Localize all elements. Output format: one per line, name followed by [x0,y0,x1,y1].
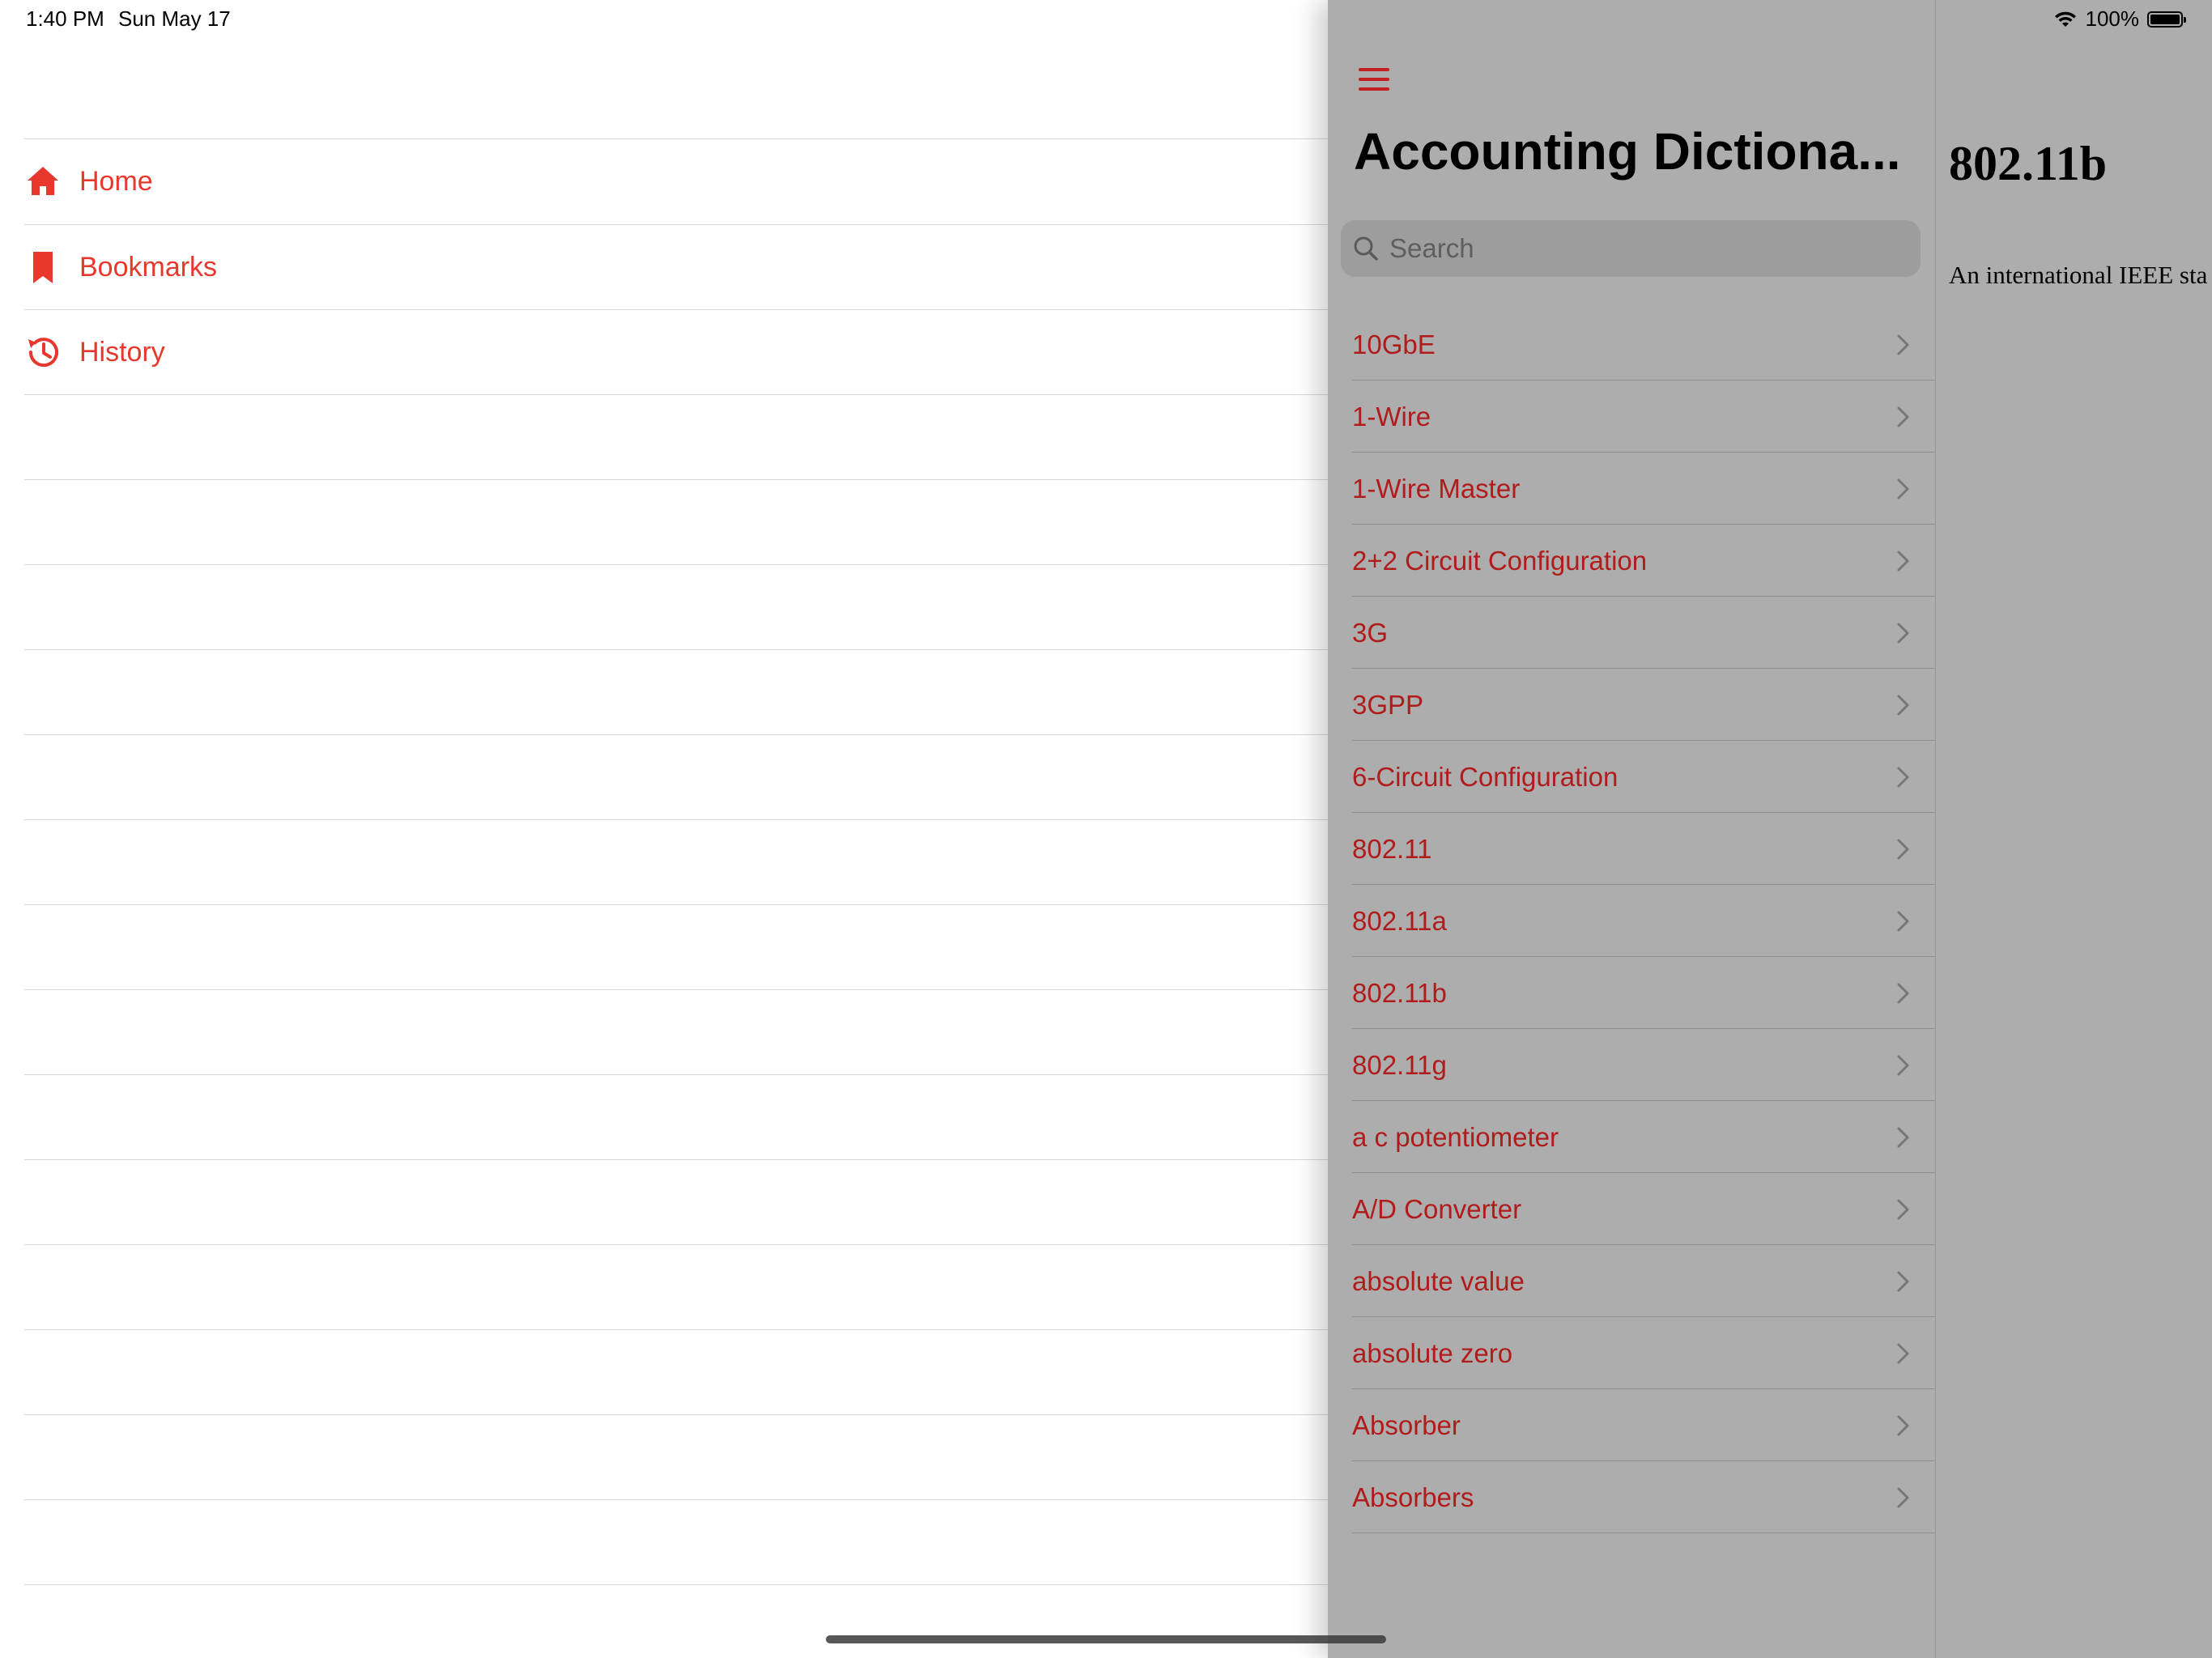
menu-divider [24,479,1328,480]
list-item-label: Absorbers [1352,1482,1474,1512]
menu-item-home[interactable]: Home [24,139,1328,223]
list-item[interactable]: 802.11b [1328,957,1935,1029]
list-item[interactable]: 802.11g [1328,1029,1935,1101]
hamburger-line [1359,87,1389,91]
list-item-label: 802.11b [1352,977,1447,1008]
chevron-right-icon [1897,1055,1909,1075]
list-item-label: 802.11 [1352,833,1432,864]
chevron-right-icon [1897,911,1909,931]
list-item[interactable]: Absorbers [1328,1461,1935,1533]
search-icon [1354,236,1378,261]
list-item[interactable]: 802.11 [1328,813,1935,885]
history-icon [28,338,58,368]
list-item[interactable]: 10GbE [1328,308,1935,380]
menu-item-bookmarks[interactable]: Bookmarks [24,225,1328,309]
menu-item-history[interactable]: History [24,310,1328,394]
menu-divider [24,564,1328,565]
hamburger-line [1359,78,1389,81]
wifi-icon [2054,11,2076,27]
menu-divider [24,1499,1328,1500]
detail-title: 802.11b [1949,137,2108,190]
list-item[interactable]: absolute value [1328,1245,1935,1317]
status-indicators: 100% [2053,6,2186,32]
list-item[interactable]: 1-Wire [1328,380,1935,453]
list-item[interactable]: 2+2 Circuit Configuration [1328,525,1935,597]
list-item-label: 3G [1352,617,1389,648]
menu-divider [24,1329,1328,1330]
list-item-label: A/D Converter [1352,1193,1522,1224]
status-date: Sun May 17 [118,6,231,31]
search-bar[interactable] [1341,220,1921,277]
hamburger-line [1359,68,1389,71]
term-list: 10GbE 1-Wire 1-Wire Master 2+2 Circuit C… [1328,308,1935,1533]
menu-item-label: Bookmarks [79,251,218,283]
list-item[interactable]: 3G [1328,597,1935,669]
list-item-label: absolute value [1352,1265,1525,1296]
list-item[interactable]: 6-Circuit Configuration [1328,741,1935,813]
list-item-label: Absorber [1352,1409,1461,1440]
list-item-label: 10GbE [1352,329,1436,359]
chevron-right-icon [1897,695,1909,715]
list-item-label: 1-Wire [1352,401,1431,432]
list-item[interactable]: A/D Converter [1328,1173,1935,1245]
chevron-right-icon [1897,1487,1909,1507]
menu-divider [24,1074,1328,1075]
bookmark-icon [33,252,53,283]
menu-divider [24,649,1328,650]
list-item[interactable]: 802.11a [1328,885,1935,957]
chevron-right-icon [1897,1415,1909,1435]
menu-divider [24,1414,1328,1415]
menu-divider [24,394,1328,395]
menu-toggle-button[interactable] [1359,68,1389,91]
term-list-pane: Accounting Dictiona... 10GbE 1-Wire 1-Wi… [1328,0,1935,1658]
chevron-right-icon [1897,839,1909,859]
menu-divider [24,1584,1328,1585]
list-item-label: 802.11g [1352,1049,1447,1080]
menu-divider [24,734,1328,735]
detail-body: An international IEEE sta [1949,261,2208,289]
list-item-label: 3GPP [1352,689,1424,720]
list-item[interactable]: a c potentiometer [1328,1101,1935,1173]
chevron-right-icon [1897,1127,1909,1147]
chevron-right-icon [1897,1199,1909,1219]
chevron-right-icon [1897,1271,1909,1291]
battery-percent: 100% [2085,6,2140,31]
list-item[interactable]: 1-Wire Master [1328,453,1935,525]
chevron-right-icon [1897,334,1909,355]
battery-icon [2147,11,2186,28]
chevron-right-icon [1897,983,1909,1003]
search-input[interactable] [1388,232,1877,265]
list-item-label: 2+2 Circuit Configuration [1352,545,1648,576]
chevron-right-icon [1897,406,1909,427]
page-title: Accounting Dictiona... [1354,122,1901,181]
menu-item-label: History [79,336,165,368]
list-item-label: 802.11a [1352,905,1447,936]
menu-divider [24,1159,1328,1160]
chevron-right-icon [1897,551,1909,571]
list-item-label: a c potentiometer [1352,1121,1559,1152]
chevron-right-icon [1897,1343,1909,1363]
list-item[interactable]: Absorber [1328,1389,1935,1461]
menu-divider [24,989,1328,990]
chevron-right-icon [1897,478,1909,499]
menu-divider [24,1244,1328,1245]
chevron-right-icon [1897,623,1909,643]
list-item-label: absolute zero [1352,1337,1513,1368]
list-item-label: 6-Circuit Configuration [1352,761,1619,792]
menu-item-label: Home [79,165,153,197]
menu-divider [24,819,1328,820]
detail-pane: 802.11b An international IEEE sta [1935,0,2212,1658]
list-item-label: 1-Wire Master [1352,473,1521,504]
chevron-right-icon [1897,767,1909,787]
list-item[interactable]: 3GPP [1328,669,1935,741]
house-icon [28,167,58,195]
list-item[interactable]: absolute zero [1328,1317,1935,1389]
menu-divider [24,904,1328,905]
home-indicator[interactable] [826,1635,1386,1643]
status-time: 1:40 PM [26,6,104,31]
